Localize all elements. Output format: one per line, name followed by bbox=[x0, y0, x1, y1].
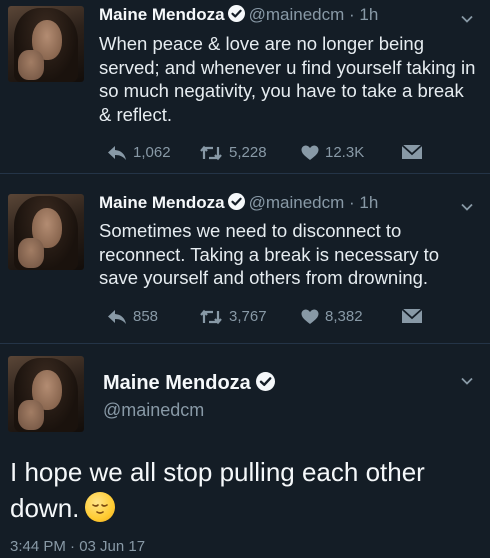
verified-badge-icon bbox=[227, 5, 245, 22]
tweet-text: Sometimes we need to disconnect to recon… bbox=[99, 220, 440, 288]
display-name: Maine Mendoza bbox=[103, 372, 279, 395]
retweet-button[interactable]: 3,767 bbox=[199, 308, 267, 325]
chevron-down-icon[interactable] bbox=[460, 374, 474, 388]
tweet-timestamp[interactable]: 3:44 PM · 03 Jun 17 bbox=[10, 538, 145, 555]
retweet-button[interactable]: 5,228 bbox=[199, 144, 267, 161]
display-name-text[interactable]: Maine Mendoza bbox=[103, 372, 251, 394]
reply-button[interactable]: 858 bbox=[107, 308, 158, 325]
retweet-count: 3,767 bbox=[229, 308, 267, 325]
envelope-icon bbox=[401, 308, 423, 323]
reply-icon bbox=[108, 145, 126, 160]
display-name[interactable]: Maine Mendoza bbox=[99, 193, 225, 212]
tweet-1[interactable]: Maine Mendoza @mainedcm · 1h When peace &… bbox=[0, 0, 490, 174]
like-button[interactable]: 12.3K bbox=[301, 144, 364, 161]
envelope-icon bbox=[401, 144, 423, 159]
main-tweet[interactable]: Maine Mendoza @mainedcm I hope we all st… bbox=[0, 344, 490, 558]
chevron-down-icon[interactable] bbox=[460, 12, 474, 26]
reply-button[interactable]: 1,062 bbox=[107, 144, 171, 161]
dm-button[interactable] bbox=[401, 144, 423, 160]
tweet-header: Maine Mendoza @mainedcm · 1h bbox=[99, 193, 379, 212]
user-handle[interactable]: @mainedcm bbox=[249, 5, 345, 24]
tweet-text: When peace & love are no longer being se… bbox=[99, 33, 476, 125]
avatar[interactable] bbox=[8, 6, 84, 82]
like-count: 8,382 bbox=[325, 308, 363, 325]
reply-count: 858 bbox=[133, 308, 159, 325]
reply-count: 1,062 bbox=[133, 144, 171, 161]
sleepy-face-emoji bbox=[85, 492, 116, 522]
tweet-text-container: I hope we all stop pulling each other do… bbox=[10, 454, 470, 526]
avatar[interactable] bbox=[8, 356, 84, 432]
tweet-header: Maine Mendoza @mainedcm · 1h bbox=[99, 5, 379, 24]
reply-icon bbox=[108, 309, 126, 324]
tweet-time[interactable]: 1h bbox=[359, 193, 378, 212]
display-name[interactable]: Maine Mendoza bbox=[99, 5, 225, 24]
retweet-icon bbox=[200, 145, 222, 160]
verified-badge-icon bbox=[227, 193, 245, 210]
like-button[interactable]: 8,382 bbox=[301, 308, 363, 325]
like-count: 12.3K bbox=[325, 144, 365, 161]
user-handle[interactable]: @mainedcm bbox=[103, 400, 204, 421]
tweet-text: I hope we all stop pulling each other do… bbox=[10, 457, 425, 523]
verified-badge-icon bbox=[255, 372, 275, 391]
tweet-actions: 858 3,767 8,382 bbox=[99, 308, 479, 328]
tweet-actions: 1,062 5,228 12.3K bbox=[99, 144, 479, 164]
tweet-2[interactable]: Maine Mendoza @mainedcm · 1h Sometimes we… bbox=[0, 174, 490, 344]
heart-icon bbox=[301, 145, 319, 160]
tweet-time[interactable]: 1h bbox=[359, 5, 378, 24]
chevron-down-icon[interactable] bbox=[460, 200, 474, 214]
retweet-icon bbox=[200, 309, 222, 324]
avatar[interactable] bbox=[8, 194, 84, 270]
retweet-count: 5,228 bbox=[229, 144, 267, 161]
user-handle[interactable]: @mainedcm bbox=[249, 193, 345, 212]
dm-button[interactable] bbox=[401, 308, 423, 324]
heart-icon bbox=[301, 309, 319, 324]
